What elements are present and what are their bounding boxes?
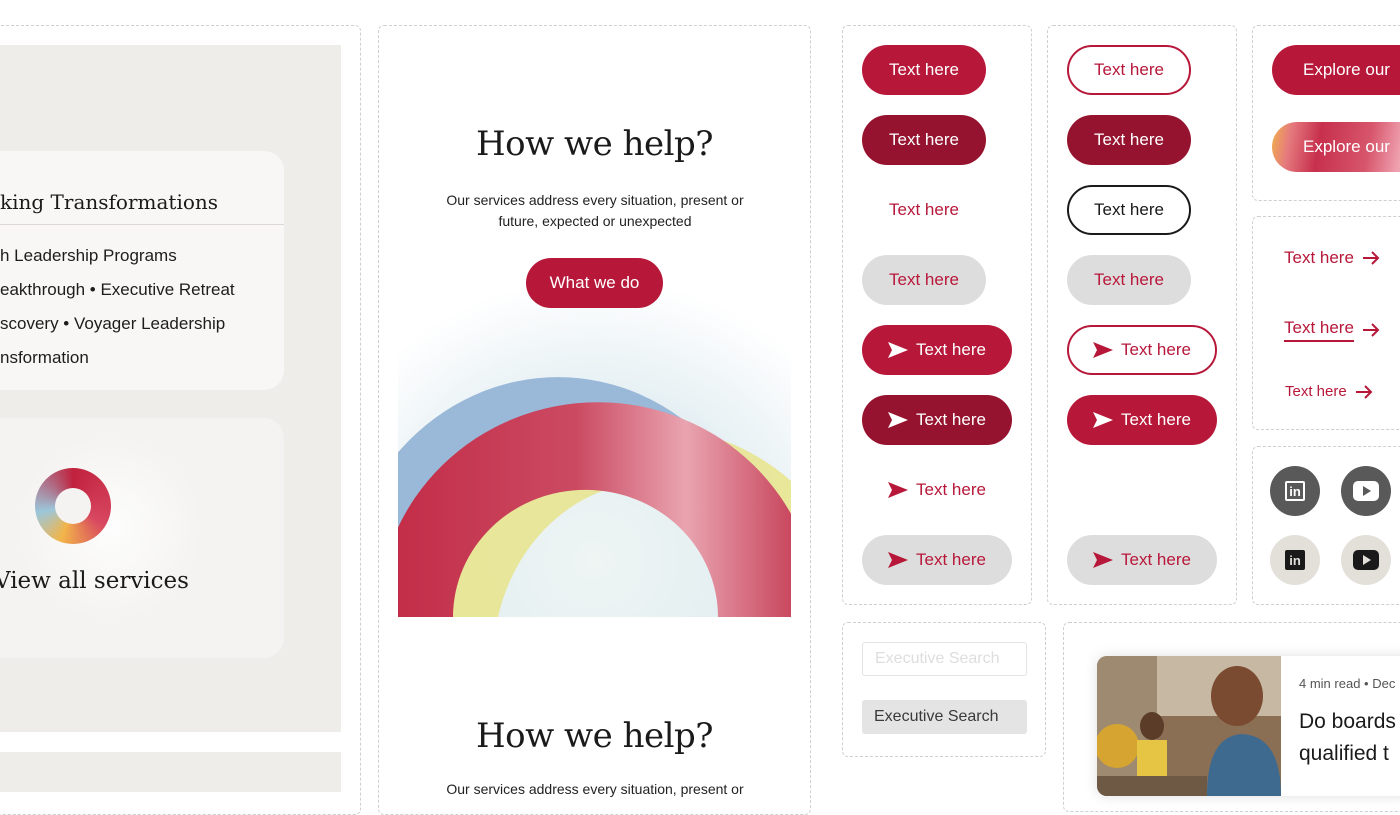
linkedin-glyph: in bbox=[1289, 552, 1301, 568]
button-label: Text here bbox=[1121, 410, 1191, 429]
article-photo bbox=[1097, 656, 1281, 796]
button-label: Text here bbox=[1094, 200, 1164, 219]
link-label: Text here bbox=[1284, 318, 1354, 342]
send-icon bbox=[888, 412, 909, 428]
button-label: Text here bbox=[916, 410, 986, 429]
youtube-button[interactable] bbox=[1341, 466, 1391, 516]
buttons-col2-frame bbox=[1047, 25, 1237, 605]
ring-logo-icon bbox=[35, 468, 111, 544]
send-text-button[interactable]: Text here bbox=[862, 465, 1012, 515]
article-card[interactable]: 4 min read • Dec Do boards qualified t bbox=[1097, 656, 1400, 796]
outline-button-hover[interactable]: Text here bbox=[1067, 115, 1191, 165]
button-label: Text here bbox=[916, 340, 986, 359]
transformations-card: king Transformations h Leadership Progra… bbox=[0, 151, 284, 390]
send-button[interactable]: Text here bbox=[862, 325, 1012, 375]
link-label: Text here bbox=[1285, 383, 1347, 400]
button-label: Text here bbox=[889, 200, 959, 219]
article-title-line: Do boards bbox=[1299, 710, 1396, 733]
article-title-line: qualified t bbox=[1299, 742, 1389, 765]
program-link[interactable]: eakthrough • Executive Retreat bbox=[0, 280, 257, 300]
send-outline-button-disabled[interactable]: Text here bbox=[1067, 535, 1217, 585]
hero-subtitle-repeat: Our services address every situation, pr… bbox=[446, 781, 744, 797]
explore-button-gradient[interactable]: Explore our bbox=[1272, 122, 1400, 172]
button-label: Text here bbox=[916, 480, 986, 499]
send-icon bbox=[888, 552, 909, 568]
linkedin-icon: in bbox=[1285, 550, 1305, 570]
arrow-right-icon bbox=[1355, 384, 1373, 399]
button-label: Text here bbox=[889, 270, 959, 289]
button-label: Text here bbox=[889, 130, 959, 149]
outline-button-focus[interactable]: Text here bbox=[1067, 185, 1191, 235]
view-all-services-label: View all services bbox=[0, 568, 189, 594]
explore-label: Explore our bbox=[1303, 137, 1390, 156]
hero-subtitle: Our services address every situation, pr… bbox=[446, 192, 744, 229]
primary-button-hover[interactable]: Text here bbox=[862, 115, 986, 165]
send-icon bbox=[1093, 412, 1114, 428]
left-panel-background-lower bbox=[0, 752, 341, 792]
disabled-button[interactable]: Text here bbox=[862, 255, 986, 305]
button-label: Text here bbox=[916, 550, 986, 569]
arrow-right-icon bbox=[1362, 251, 1380, 265]
button-label: Text here bbox=[1121, 340, 1191, 359]
button-label: Text here bbox=[1121, 550, 1191, 569]
primary-button[interactable]: Text here bbox=[862, 45, 986, 95]
send-outline-button-hover[interactable]: Text here bbox=[1067, 395, 1217, 445]
arrow-link-small[interactable]: Text here bbox=[1285, 383, 1373, 400]
hero-title-repeat: How we help? bbox=[476, 716, 713, 756]
button-label: Text here bbox=[889, 60, 959, 79]
arrow-link-hover[interactable]: Text here bbox=[1284, 318, 1380, 342]
explore-label: Explore our bbox=[1303, 60, 1390, 79]
send-icon bbox=[1093, 342, 1114, 358]
linkedin-glyph: in bbox=[1289, 483, 1301, 499]
what-we-do-button[interactable]: What we do bbox=[526, 258, 663, 308]
program-link[interactable]: h Leadership Programs bbox=[0, 246, 257, 266]
transformations-card-header: king Transformations bbox=[0, 173, 284, 225]
send-disabled-button[interactable]: Text here bbox=[862, 535, 1012, 585]
text-button[interactable]: Text here bbox=[862, 185, 986, 235]
hero-title: How we help? bbox=[476, 124, 713, 164]
youtube-icon bbox=[1353, 481, 1379, 501]
button-label: Text here bbox=[1094, 60, 1164, 79]
youtube-icon bbox=[1353, 550, 1379, 570]
send-outline-button[interactable]: Text here bbox=[1067, 325, 1217, 375]
transformations-card-title: king Transformations bbox=[0, 190, 219, 214]
executive-search-chip-ghost[interactable]: Executive Search bbox=[862, 642, 1027, 676]
linkedin-button[interactable]: in bbox=[1270, 466, 1320, 516]
arrow-right-icon bbox=[1362, 323, 1380, 337]
outline-button[interactable]: Text here bbox=[1067, 45, 1191, 95]
linkedin-button-light[interactable]: in bbox=[1270, 535, 1320, 585]
buttons-col1-frame bbox=[842, 25, 1032, 605]
program-link[interactable]: scovery • Voyager Leadership bbox=[0, 314, 257, 334]
send-button-hover[interactable]: Text here bbox=[862, 395, 1012, 445]
link-label: Text here bbox=[1284, 248, 1354, 267]
linkedin-icon: in bbox=[1285, 481, 1305, 501]
send-icon bbox=[888, 342, 909, 358]
send-icon bbox=[1093, 552, 1114, 568]
executive-search-chip[interactable]: Executive Search bbox=[862, 700, 1027, 734]
send-icon bbox=[888, 482, 909, 498]
article-title: Do boards qualified t bbox=[1299, 706, 1396, 770]
view-all-services-card[interactable]: View all services bbox=[0, 418, 284, 658]
program-link[interactable]: nsformation bbox=[0, 348, 257, 368]
youtube-button-light[interactable] bbox=[1341, 535, 1391, 585]
article-meta: 4 min read • Dec bbox=[1299, 676, 1396, 691]
outline-button-disabled[interactable]: Text here bbox=[1067, 255, 1191, 305]
button-label: Text here bbox=[1094, 270, 1164, 289]
explore-button[interactable]: Explore our bbox=[1272, 45, 1400, 95]
arrow-link[interactable]: Text here bbox=[1284, 248, 1380, 268]
button-label: Text here bbox=[1094, 130, 1164, 149]
